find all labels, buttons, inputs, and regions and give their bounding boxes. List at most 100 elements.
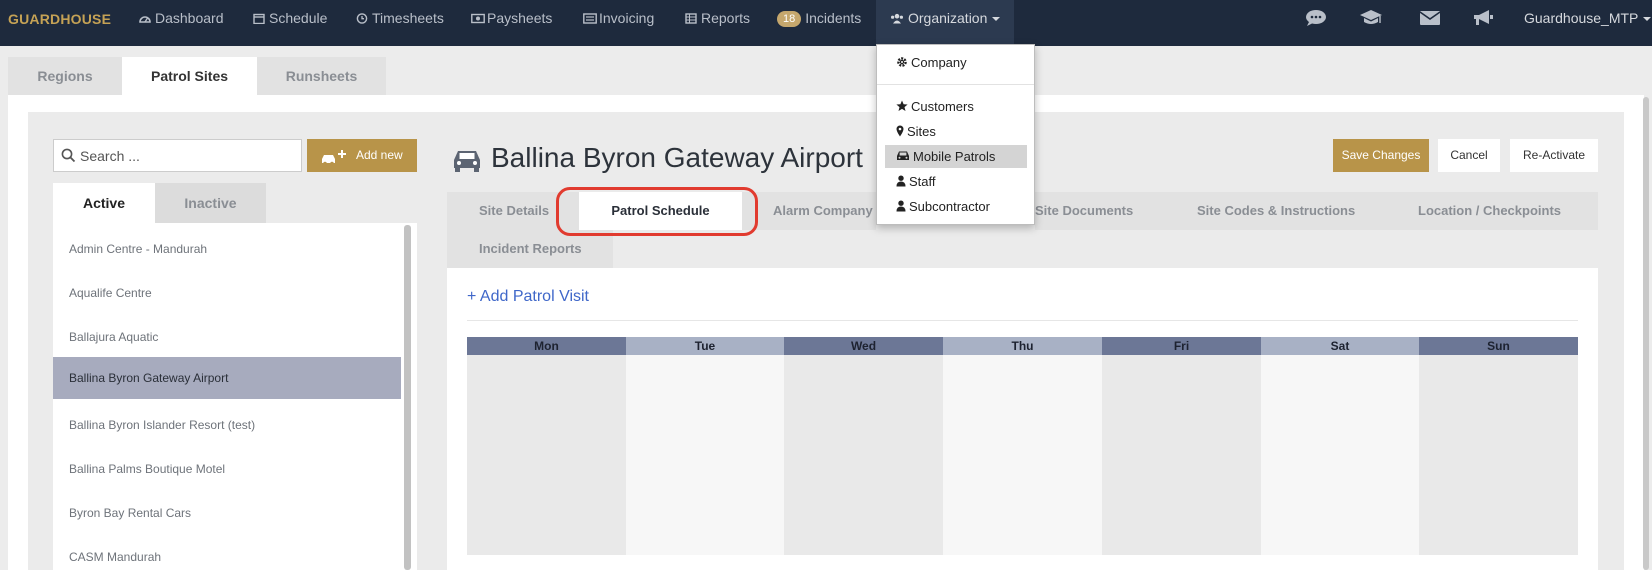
car-icon (896, 150, 910, 162)
search-input[interactable] (80, 140, 300, 171)
tab-inactive[interactable]: Inactive (155, 183, 266, 223)
menu-item-label: Company (911, 55, 967, 70)
map-marker-icon (896, 125, 904, 137)
nav-schedule[interactable]: Schedule (253, 0, 327, 46)
search-icon (61, 148, 76, 168)
nav-invoicing[interactable]: Invoicing (583, 0, 654, 46)
tab-patrol-sites[interactable]: Patrol Sites (122, 57, 257, 95)
chat-icon[interactable] (1305, 9, 1331, 29)
nav-reports[interactable]: Reports (685, 0, 750, 46)
day-header-sat: Sat (1261, 337, 1419, 355)
menu-item-sites[interactable]: Sites (885, 120, 1027, 143)
chevron-down-icon (1643, 17, 1652, 21)
menu-item-customers[interactable]: Customers (885, 95, 1027, 118)
day-column-mon[interactable] (467, 355, 626, 555)
nav-incidents[interactable]: 18 Incidents (777, 0, 861, 46)
menu-item-staff[interactable]: Staff (885, 170, 1027, 193)
nav-organization-dropdown[interactable]: Organization (876, 0, 1015, 46)
nav-incidents-label: Incidents (805, 10, 862, 26)
nav-organization-label: Organization (908, 10, 988, 26)
add-new-site-button[interactable]: Add new (307, 139, 417, 172)
menu-item-company[interactable]: Company (885, 51, 1027, 74)
nav-timesheets[interactable]: Timesheets (356, 0, 444, 46)
list-item-selected[interactable]: Ballina Byron Gateway Airport (53, 357, 401, 399)
day-header-thu: Thu (943, 337, 1102, 355)
menu-item-label: Subcontractor (909, 199, 990, 214)
tab-alarm-company[interactable]: Alarm Company (742, 192, 876, 230)
tab-location-checkpoints[interactable]: Location / Checkpoints (1418, 192, 1598, 230)
site-list: Admin Centre - Mandurah Aqualife Centre … (53, 223, 417, 570)
clock-icon (356, 13, 368, 24)
menu-item-label: Sites (907, 124, 936, 139)
page-title: Ballina Byron Gateway Airport (491, 142, 863, 173)
menu-item-label: Mobile Patrols (913, 149, 996, 164)
cancel-button[interactable]: Cancel (1438, 139, 1500, 172)
nav-paysheets[interactable]: Paysheets (471, 0, 552, 46)
annotation-highlight-circle (556, 187, 758, 236)
table-icon (685, 13, 697, 24)
divider (467, 320, 1578, 321)
users-icon (890, 13, 904, 24)
envelope-icon[interactable] (1419, 9, 1445, 29)
tab-regions[interactable]: Regions (8, 57, 122, 95)
brand-logo[interactable]: GUARDHOUSE (8, 11, 111, 27)
incidents-count-badge: 18 (777, 11, 802, 27)
nav-invoicing-label: Invoicing (599, 10, 655, 26)
menu-divider (877, 84, 1034, 85)
user-name: Guardhouse_MTP (1524, 10, 1639, 26)
list-item[interactable]: CASM Mandurah (53, 536, 401, 570)
star-icon (896, 100, 908, 112)
day-header-sun: Sun (1419, 337, 1578, 355)
user-icon (896, 200, 906, 212)
list-item[interactable]: Ballajura Aquatic (53, 316, 401, 358)
day-column-tue[interactable] (626, 355, 784, 555)
list-item[interactable]: Ballina Byron Islander Resort (test) (53, 404, 401, 446)
menu-item-subcontractor[interactable]: Subcontractor (885, 195, 1027, 218)
list-item[interactable]: Admin Centre - Mandurah (53, 228, 401, 270)
gear-icon (896, 56, 908, 68)
nav-schedule-label: Schedule (269, 10, 328, 26)
invoice-icon (583, 13, 597, 24)
chevron-down-icon (992, 17, 1001, 21)
bullhorn-icon[interactable] (1472, 9, 1498, 29)
user-menu[interactable]: Guardhouse_MTP (1524, 0, 1652, 36)
tab-active[interactable]: Active (53, 183, 155, 223)
menu-item-label: Customers (911, 99, 974, 114)
dashboard-icon (139, 13, 151, 24)
reactivate-button[interactable]: Re-Activate (1510, 139, 1598, 172)
nav-dashboard-label: Dashboard (155, 10, 224, 26)
day-column-sat[interactable] (1261, 355, 1419, 555)
organization-dropdown-menu: Company Customers Sites Mobile Patrols S… (876, 44, 1035, 225)
nav-reports-label: Reports (701, 10, 751, 26)
list-item[interactable]: Aqualife Centre (53, 272, 401, 314)
day-header-tue: Tue (626, 337, 784, 355)
add-patrol-visit-link[interactable]: + Add Patrol Visit (467, 288, 589, 306)
tab-site-codes[interactable]: Site Codes & Instructions (1168, 192, 1418, 230)
day-column-wed[interactable] (784, 355, 943, 555)
page-scrollbar[interactable] (1643, 97, 1649, 570)
save-changes-button[interactable]: Save Changes (1333, 139, 1429, 172)
day-header-mon: Mon (467, 337, 626, 355)
add-new-label: Add new (356, 148, 403, 162)
list-item[interactable]: Byron Bay Rental Cars (53, 492, 401, 534)
tab-runsheets[interactable]: Runsheets (257, 57, 386, 95)
tab-site-documents[interactable]: Site Documents (1035, 192, 1168, 230)
car-plus-icon (320, 146, 348, 179)
nav-dashboard[interactable]: Dashboard (139, 0, 224, 46)
calendar-icon (253, 13, 265, 24)
menu-item-mobile-patrols[interactable]: Mobile Patrols (885, 145, 1027, 168)
money-icon (471, 13, 485, 24)
car-icon (451, 148, 483, 177)
top-navbar: GUARDHOUSE Dashboard Schedule Timesheets… (0, 0, 1652, 46)
site-search[interactable] (53, 139, 302, 172)
list-item[interactable]: Ballina Palms Boutique Motel (53, 448, 401, 490)
nav-paysheets-label: Paysheets (487, 10, 553, 26)
day-column-sun[interactable] (1419, 355, 1578, 555)
day-column-thu[interactable] (943, 355, 1102, 555)
user-icon (896, 175, 906, 187)
graduation-cap-icon[interactable] (1359, 9, 1385, 29)
day-column-fri[interactable] (1102, 355, 1261, 555)
nav-timesheets-label: Timesheets (372, 10, 444, 26)
day-header-fri: Fri (1102, 337, 1261, 355)
site-list-scrollbar[interactable] (404, 225, 411, 570)
